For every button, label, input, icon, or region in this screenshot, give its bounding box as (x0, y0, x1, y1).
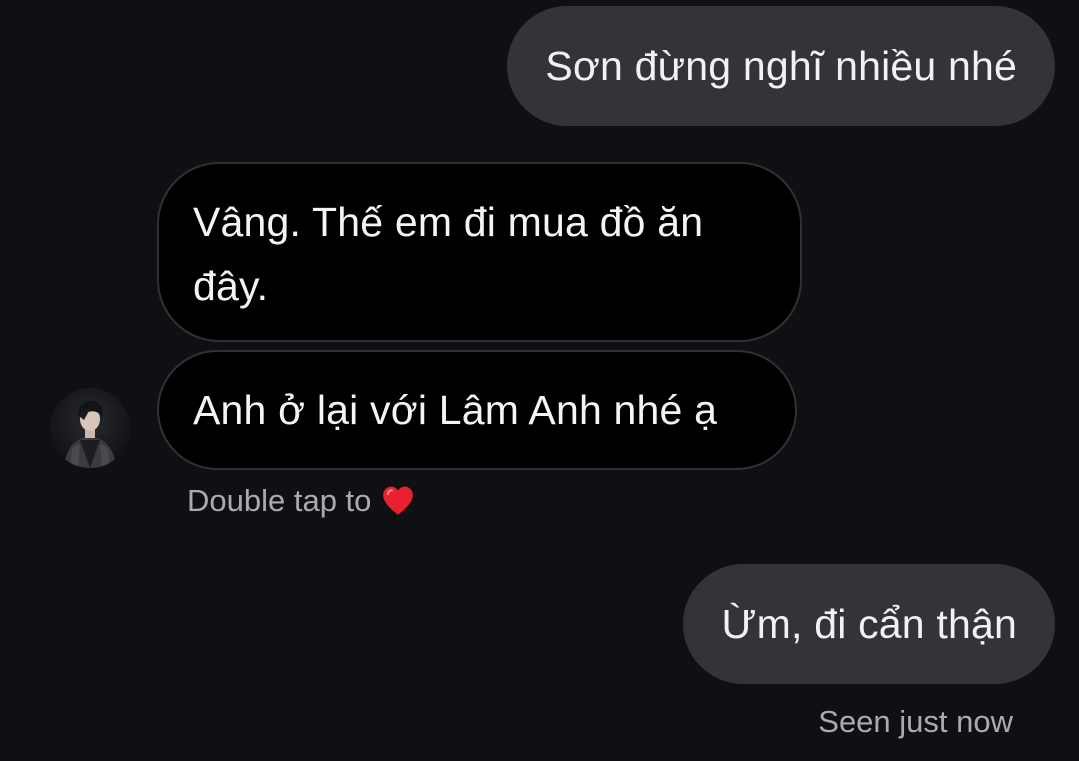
message-text: Anh ở lại với Lâm Anh nhé ạ (193, 387, 718, 433)
avatar[interactable] (50, 388, 130, 468)
like-hint: Double tap to (187, 481, 415, 521)
message-text: Sơn đừng nghĩ nhiều nhé (545, 43, 1017, 89)
outgoing-message-bubble[interactable]: Sơn đừng nghĩ nhiều nhé (507, 6, 1055, 126)
message-text: Vâng. Thế em đi mua đồ ăn đây. (193, 199, 704, 309)
seen-status: Seen just now (818, 704, 1013, 739)
like-hint-text: Double tap to (187, 483, 372, 518)
incoming-message-bubble[interactable]: Vâng. Thế em đi mua đồ ăn đây. (157, 162, 802, 342)
avatar-photo (50, 388, 130, 468)
heart-icon (381, 484, 415, 518)
incoming-message-bubble[interactable]: Anh ở lại với Lâm Anh nhé ạ (157, 350, 797, 470)
message-text: Ừm, đi cẩn thận (721, 601, 1017, 647)
outgoing-message-bubble[interactable]: Ừm, đi cẩn thận (683, 564, 1055, 684)
